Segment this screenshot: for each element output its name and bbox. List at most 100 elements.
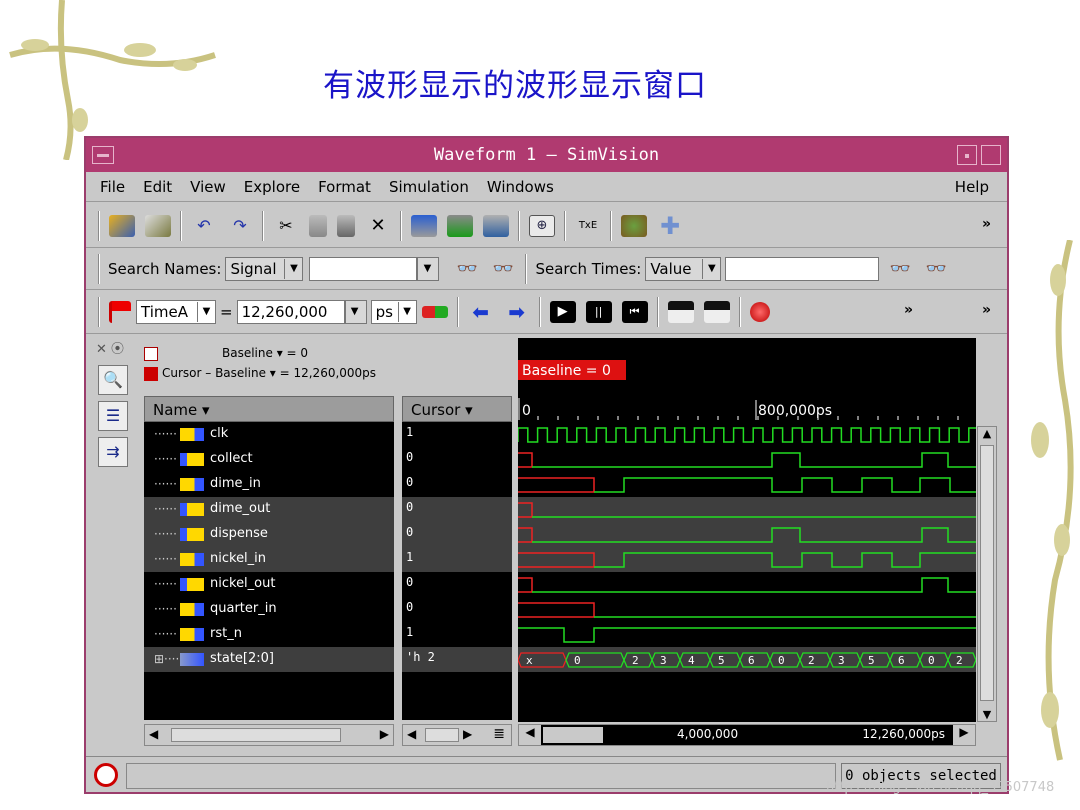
maximize-button[interactable] [981,145,1001,165]
send-to-register-icon[interactable] [447,214,473,237]
expression-icon[interactable]: TxE [575,215,601,237]
cursor-column-header[interactable]: Cursor ▾ [402,396,512,422]
send-to-schematic-icon[interactable] [411,214,437,237]
waveform-canvas[interactable]: Baseline = 0 0 800,000ps x 0 2 3 4 5 6 0 2 3 5 6 0 2 [517,338,980,722]
cursor-marker-icon[interactable] [109,300,131,323]
list-options-icon[interactable]: ≣ [493,726,505,742]
cursor-value-row[interactable]: 0 [402,522,512,547]
search-names-forward-icon[interactable]: 👓 [454,258,480,280]
add-icon[interactable]: ✚ [657,214,683,238]
name-column-header[interactable]: Name ▾ [144,396,394,422]
tab-signal-list[interactable]: ☰ [98,401,128,431]
signal-name: quarter_in [210,601,277,616]
menu-simulation[interactable]: Simulation [389,178,469,196]
signal-row[interactable]: ······ nickel_in [144,547,394,572]
search-names-history-button[interactable]: ▼ [417,256,440,281]
tree-line: ······ [154,427,177,441]
signal-row[interactable]: ······ dime_in [144,472,394,497]
step-in-icon[interactable] [667,300,694,323]
redo-icon[interactable]: ↷ [227,215,253,237]
cursor-value-row[interactable]: 'h 2 [402,647,512,672]
reload-icon[interactable] [145,214,171,237]
step-over-icon[interactable] [703,300,730,323]
time-toolbar-overflow2-icon[interactable]: » [982,302,991,318]
menu-explore[interactable]: Explore [244,178,300,196]
search-times-mode-value: Value [650,259,692,278]
name-hscrollbar[interactable]: ◀ ▶ [144,724,394,746]
step-icon[interactable]: || [585,300,612,323]
next-edge-icon[interactable]: ➡ [504,301,530,323]
cursor-hscrollbar[interactable]: ◀ ▶ ≣ [402,724,512,746]
signal-row[interactable]: ······ clk [144,422,394,447]
tab-design-browser[interactable]: 🔍 [98,365,128,395]
waveform-pane[interactable]: Baseline = 0 0 800,000ps x 0 2 3 4 5 6 0 2 3 5 6 0 2 [517,338,980,722]
time-value-history-button[interactable]: ▼ [344,299,367,324]
cursor-value-row[interactable]: 0 [402,597,512,622]
rewind-icon[interactable]: ⏮ [621,300,648,323]
menu-view[interactable]: View [190,178,226,196]
previous-edge-icon[interactable]: ⬅ [468,301,494,323]
cut-icon[interactable]: ✂ [273,215,299,237]
cursor-value-row[interactable]: 0 [402,472,512,497]
scroll-left-icon[interactable]: ◀ [519,725,541,745]
tab-io-list[interactable]: ⇉ [98,437,128,467]
cursor-value-row[interactable]: 1 [402,422,512,447]
stop-sign-icon[interactable] [94,763,118,787]
signal-row[interactable]: ······ rst_n [144,622,394,647]
time-scrollbar[interactable]: ◀ 4,000,000 12,260,000ps ▶ [518,724,976,746]
signal-row[interactable]: ······ quarter_in [144,597,394,622]
cursor-value-row[interactable]: 0 [402,447,512,472]
minimize-button[interactable] [957,145,977,165]
cursor-value-row[interactable]: 0 [402,497,512,522]
signal-row[interactable]: ······ dispense [144,522,394,547]
time-toolbar-overflow-icon[interactable]: » [904,302,913,318]
copy-icon[interactable] [309,214,327,237]
cursor-value-row[interactable]: 1 [402,622,512,647]
search-times-mode-select[interactable]: Value ▼ [645,256,722,281]
menu-help[interactable]: Help [955,178,989,196]
time-range-slider[interactable] [543,727,603,743]
menu-format[interactable]: Format [318,178,371,196]
waveform-vscrollbar[interactable]: ▲ ▼ [977,426,997,722]
baseline-value[interactable]: Baseline ▾ = 0 [222,346,308,360]
window-titlebar[interactable]: Waveform 1 – SimVision [86,138,1007,172]
time-marker-select[interactable]: TimeA ▼ [136,299,216,324]
search-names-mode-select[interactable]: Signal ▼ [225,256,304,281]
scroll-right-icon[interactable]: ▶ [953,725,975,745]
time-unit-select[interactable]: ps ▼ [370,299,417,324]
bus-value-label: 3 [660,654,667,667]
window-menu-button[interactable] [92,146,114,164]
menu-windows[interactable]: Windows [487,178,554,196]
search-times-input[interactable] [725,256,880,281]
signal-row[interactable]: ······ nickel_out [144,572,394,597]
signal-row[interactable]: ······ dime_out [144,497,394,522]
signal-wave [594,477,976,493]
plugin-icon[interactable] [621,214,647,237]
cursor-baseline-value[interactable]: Cursor – Baseline ▾ = 12,260,000ps [162,366,376,380]
menu-edit[interactable]: Edit [143,178,172,196]
cursor-value-row[interactable]: 0 [402,572,512,597]
search-times-backward-icon[interactable]: 👓 [923,258,949,280]
stop-icon[interactable] [749,301,770,322]
time-value-input[interactable]: 12,260,000 [236,299,345,324]
run-icon[interactable]: ▶ [549,300,576,323]
edge-search-icon[interactable] [421,305,448,318]
send-to-source-icon[interactable] [483,214,509,237]
time-marker-value: TimeA [141,302,188,321]
bus-value-label: 6 [898,654,905,667]
menu-file[interactable]: File [100,178,125,196]
paste-icon[interactable] [337,214,355,237]
search-names-backward-icon[interactable]: 👓 [490,258,516,280]
undo-icon[interactable]: ↶ [191,215,217,237]
input-port-icon [180,553,204,566]
search-names-input[interactable] [309,256,418,281]
delete-icon[interactable]: ✕ [365,215,391,237]
toolbar-overflow-icon[interactable]: » [982,216,991,232]
open-database-icon[interactable] [109,214,135,237]
search-times-forward-icon[interactable]: 👓 [887,258,913,280]
signal-row[interactable]: ······ collect [144,447,394,472]
close-pane-icon[interactable]: ✕ ⦿ [96,338,136,357]
find-icon[interactable]: ⊕ [529,214,555,237]
signal-row[interactable]: ⊞······ state[2:0] [144,647,394,672]
cursor-value-row[interactable]: 1 [402,547,512,572]
